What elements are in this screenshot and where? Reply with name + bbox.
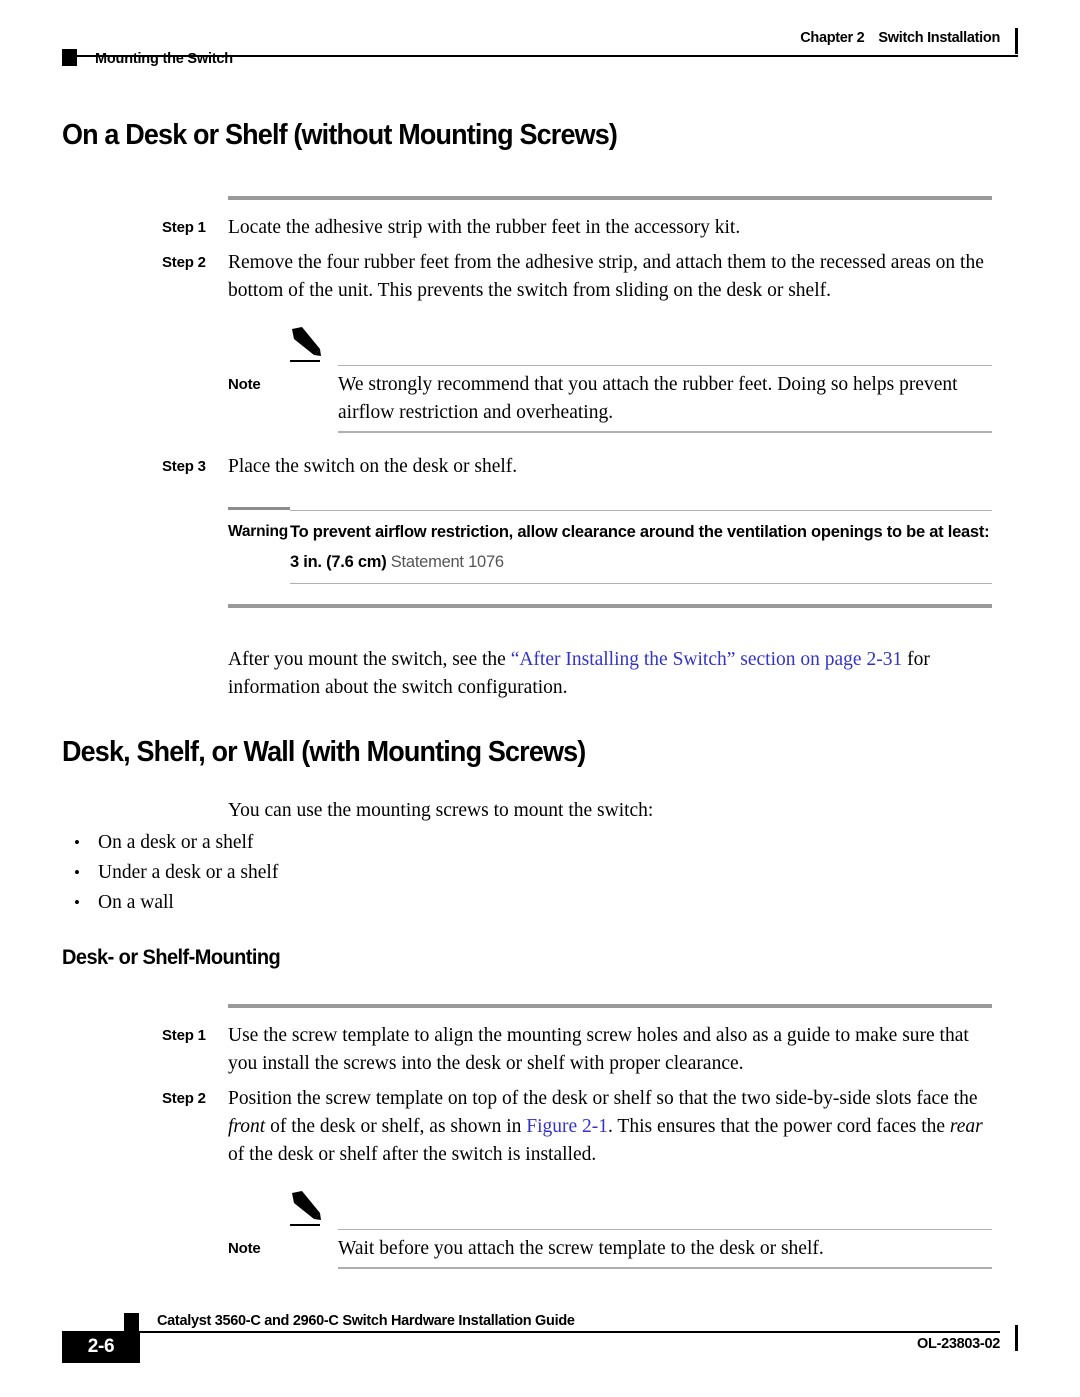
mounting-options-list: On a desk or a shelf Under a desk or a s… (62, 828, 992, 918)
after-text-before: After you mount the switch, see the (228, 649, 511, 671)
section-title-desk-no-screws: On a Desk or Shelf (without Mounting Scr… (62, 119, 618, 151)
note-icon-underline (290, 359, 320, 363)
warning-statement: Statement 1076 (390, 552, 504, 571)
step-label: Step 3 (162, 457, 206, 475)
step2-part3: . This ensures that the power cord faces… (608, 1115, 950, 1137)
warning-block-airflow: Warning To prevent airflow restriction, … (62, 506, 992, 585)
warning-top-rule (290, 509, 992, 512)
step-row-3: Step 3 Place the switch on the desk or s… (62, 453, 992, 481)
header-edge-tick (1015, 28, 1018, 54)
step-text: Position the screw template on top of th… (228, 1085, 992, 1169)
step2-emphasis-rear: rear (949, 1115, 983, 1137)
pencil-icon (290, 1190, 324, 1221)
step-row-2: Step 2 Remove the four rubber feet from … (62, 249, 992, 305)
list-item: Under a desk or a shelf (62, 858, 992, 888)
step-label: Step 1 (162, 218, 206, 236)
page-footer: Catalyst 3560-C and 2960-C Switch Hardwa… (62, 1303, 1018, 1365)
step-text: Remove the four rubber feet from the adh… (228, 251, 984, 301)
step-row-1: Step 1 Locate the adhesive strip with th… (62, 214, 992, 242)
step-label: Step 1 (162, 1026, 206, 1044)
header-chapter-title: Switch Installation (878, 30, 1000, 46)
step-label: Step 2 (162, 1089, 206, 1107)
warning-row: Warning To prevent airflow restriction, … (62, 509, 992, 577)
header-bullet-square-icon (62, 49, 77, 66)
footer-divider (62, 1331, 1000, 1333)
note-label: Note (228, 1240, 261, 1258)
header-section-name: Mounting the Switch (95, 51, 233, 67)
footer-document-id: OL-23803-02 (917, 1336, 1000, 1352)
note-bottom-rule (338, 431, 992, 433)
note-icon-underline (290, 1223, 320, 1227)
list-item: On a desk or a shelf (62, 828, 992, 858)
step-text: Place the switch on the desk or shelf. (228, 455, 518, 477)
header-chapter-label: Chapter 2 (800, 30, 865, 46)
step2-part2: of the desk or shelf, as shown in (265, 1115, 527, 1137)
step-row-2b: Step 2 Position the screw template on to… (62, 1085, 992, 1169)
step2-part4: of the desk or shelf after the switch is… (228, 1143, 597, 1165)
subsection-title-desk-shelf-mounting: Desk- or Shelf-Mounting (62, 945, 281, 970)
note-text: We strongly recommend that you attach th… (338, 374, 958, 424)
footer-guide-title: Catalyst 3560-C and 2960-C Switch Hardwa… (157, 1313, 575, 1329)
note-row: Note We strongly recommend that you atta… (62, 371, 992, 427)
figure-link[interactable]: Figure 2-1 (526, 1116, 608, 1137)
page-number-badge: 2-6 (62, 1331, 140, 1363)
note-row: Note Wait before you attach the screw te… (62, 1235, 992, 1263)
page-header: Chapter 2 Switch Installation Mounting th… (62, 28, 1018, 84)
after-install-paragraph: After you mount the switch, see the “Aft… (228, 646, 992, 702)
step-text: Use the screw template to align the moun… (228, 1024, 969, 1074)
step2-part1: Position the screw template on top of th… (228, 1087, 978, 1109)
warning-label: Warning (228, 522, 289, 540)
document-page: Chapter 2 Switch Installation Mounting th… (0, 0, 1080, 1397)
after-installing-link[interactable]: “After Installing the Switch” section on… (511, 649, 903, 670)
section-title-desk-with-screws: Desk, Shelf, or Wall (with Mounting Scre… (62, 736, 586, 769)
header-chapter-info: Chapter 2 Switch Installation (800, 30, 1000, 46)
step-text: Locate the adhesive strip with the rubbe… (228, 216, 741, 238)
note-block-rubber-feet: Note We strongly recommend that you atta… (62, 326, 992, 433)
note-text: Wait before you attach the screw templat… (338, 1238, 824, 1260)
pencil-icon (290, 326, 324, 357)
step-row-1b: Step 1 Use the screw template to align t… (62, 1022, 992, 1078)
list-item: On a wall (62, 888, 992, 918)
footer-bullet-square-icon (124, 1313, 139, 1331)
note-label: Note (228, 376, 261, 394)
warning-text: To prevent airflow restriction, allow cl… (290, 517, 992, 577)
step-label: Step 2 (162, 253, 206, 271)
note-block-screw-template: Note Wait before you attach the screw te… (62, 1190, 992, 1269)
page-content: On a Desk or Shelf (without Mounting Scr… (62, 119, 992, 1269)
footer-edge-tick (1015, 1325, 1018, 1351)
step2-emphasis-front: front (228, 1115, 266, 1137)
note-bottom-rule (338, 1267, 992, 1269)
mounting-screws-intro: You can use the mounting screws to mount… (228, 800, 654, 822)
